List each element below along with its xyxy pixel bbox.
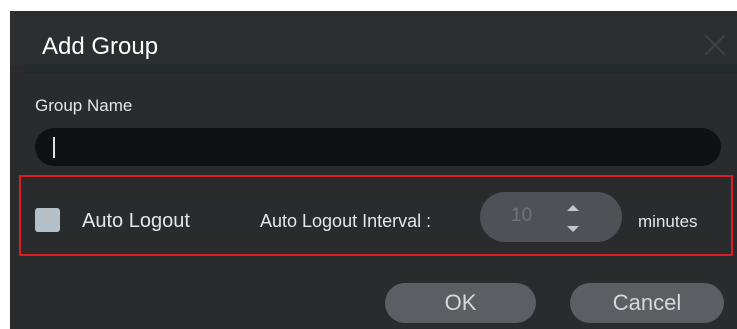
close-icon[interactable]: [699, 29, 731, 61]
auto-logout-label: Auto Logout: [82, 210, 190, 232]
add-group-dialog: Add Group Group Name Auto Logout Auto Lo…: [10, 11, 737, 329]
interval-value: 10: [511, 205, 533, 226]
dialog-title: Add Group: [42, 33, 159, 60]
auto-logout-checkbox[interactable]: [35, 208, 60, 232]
group-name-input[interactable]: [35, 128, 721, 166]
arrow-up-icon[interactable]: [566, 201, 580, 213]
text-caret: [53, 137, 55, 158]
dialog-titlebar: Add Group: [10, 11, 737, 66]
cancel-button[interactable]: Cancel: [570, 283, 724, 323]
arrow-down-icon[interactable]: [566, 222, 580, 234]
title-separator: [24, 64, 737, 73]
auto-logout-interval-label: Auto Logout Interval :: [260, 211, 432, 231]
minutes-label: minutes: [638, 212, 698, 231]
group-name-label: Group Name: [35, 96, 133, 115]
ok-button[interactable]: OK: [385, 283, 536, 323]
interval-spinbox[interactable]: 10: [480, 192, 622, 242]
